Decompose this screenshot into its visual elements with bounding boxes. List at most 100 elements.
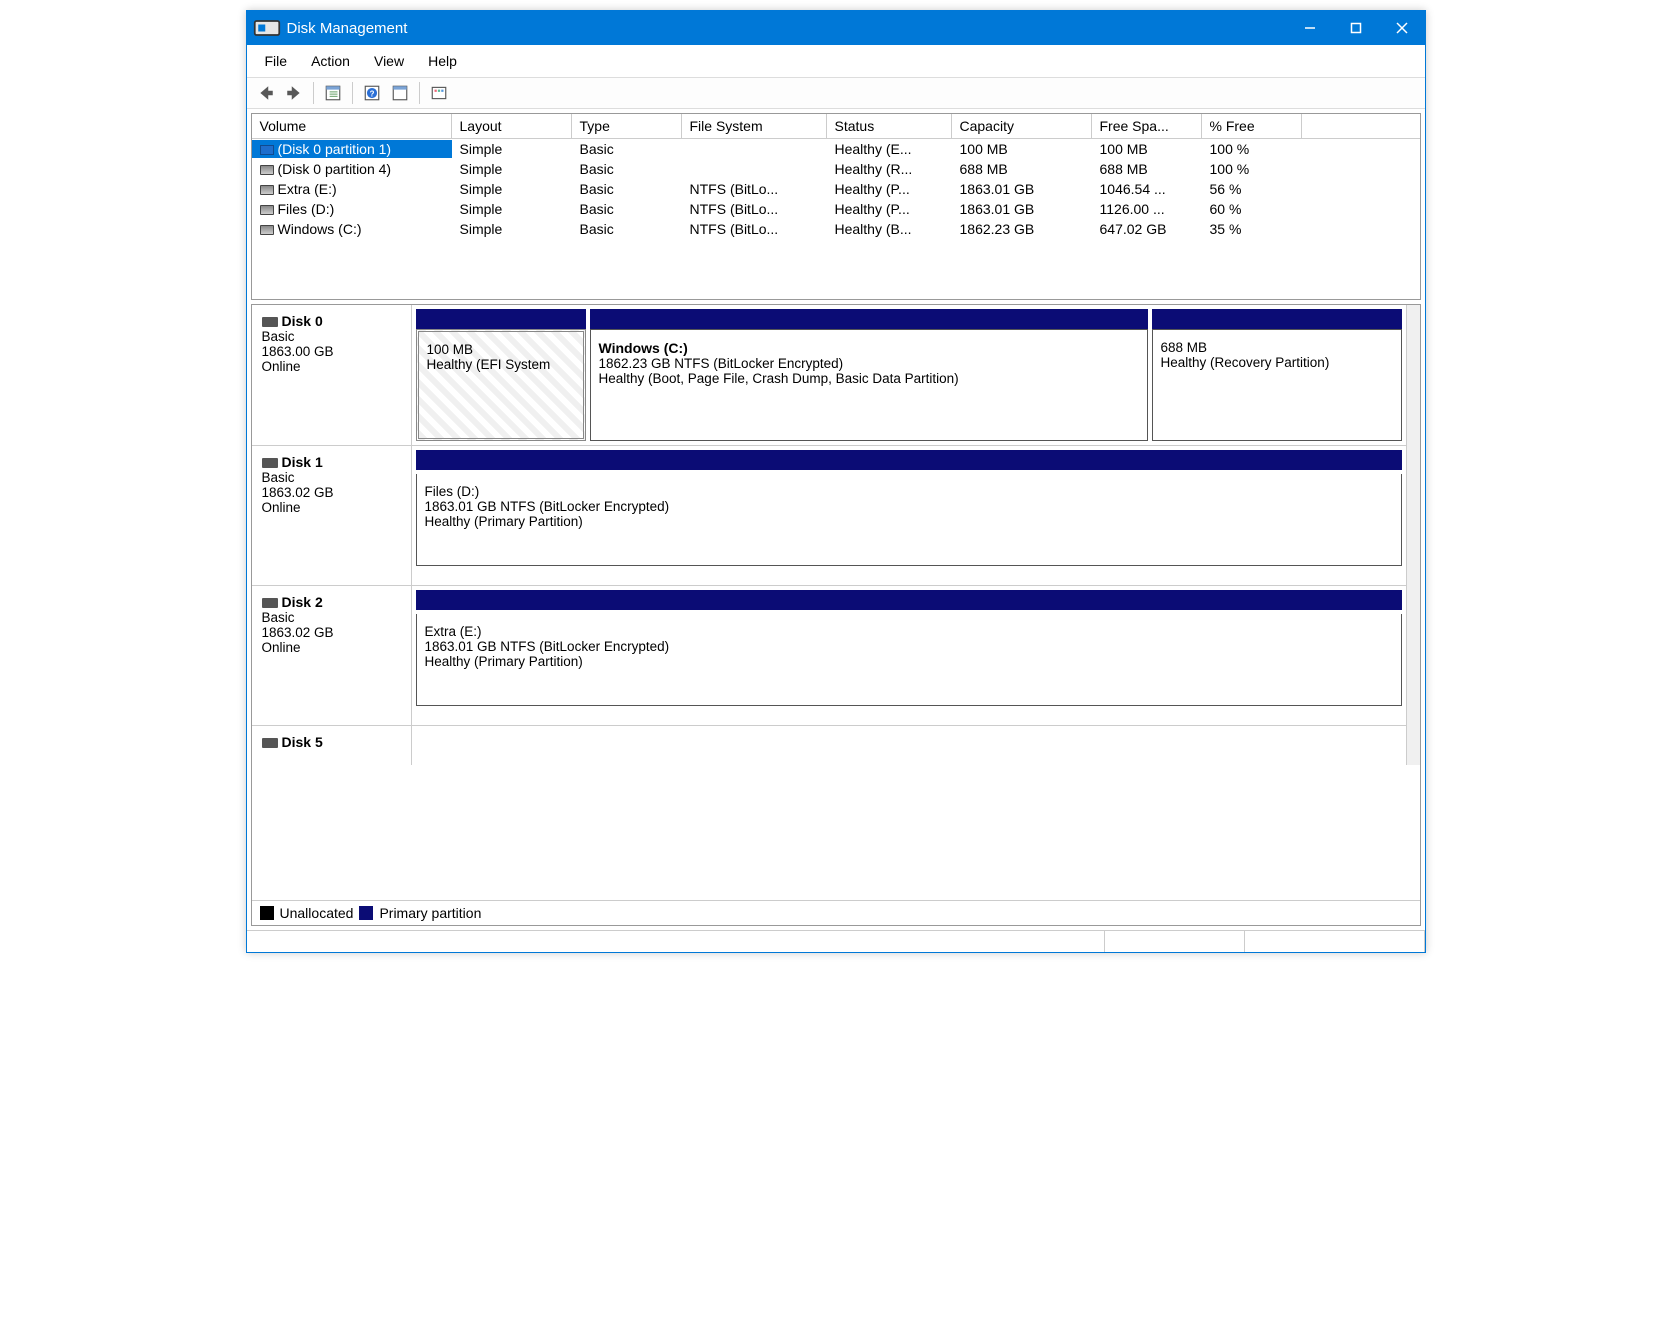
toolbar: ? bbox=[247, 77, 1425, 109]
volume-cell: Simple bbox=[452, 220, 572, 238]
disk-icon bbox=[262, 738, 278, 748]
volume-header-cell[interactable]: Layout bbox=[452, 114, 572, 138]
volume-cell: Extra (E:) bbox=[252, 180, 452, 198]
volume-cell: 35 % bbox=[1202, 220, 1302, 238]
volume-header-cell[interactable]: % Free bbox=[1202, 114, 1302, 138]
disk-info: Disk 2Basic1863.02 GBOnline bbox=[252, 586, 412, 725]
partition-block[interactable]: Files (D:)1863.01 GB NTFS (BitLocker Enc… bbox=[416, 474, 1402, 566]
partitions-area: Extra (E:)1863.01 GB NTFS (BitLocker Enc… bbox=[412, 586, 1406, 725]
volume-header-cell[interactable]: Volume bbox=[252, 114, 452, 138]
volume-cell: 1862.23 GB bbox=[952, 220, 1092, 238]
disk-info: Disk 0Basic1863.00 GBOnline bbox=[252, 305, 412, 445]
volume-cell: 647.02 GB bbox=[1092, 220, 1202, 238]
partitions-area: 100 MBHealthy (EFI SystemWindows (C:)186… bbox=[412, 305, 1406, 445]
disk-management-window: Disk Management File Action View Help ? … bbox=[246, 10, 1426, 953]
volume-cell: Simple bbox=[452, 180, 572, 198]
menu-help[interactable]: Help bbox=[418, 49, 467, 73]
volume-header-cell[interactable]: Status bbox=[827, 114, 952, 138]
partitions-area: Files (D:)1863.01 GB NTFS (BitLocker Enc… bbox=[412, 446, 1406, 585]
drive-icon bbox=[260, 185, 274, 195]
properties-button[interactable] bbox=[320, 80, 346, 106]
disk-row[interactable]: Disk 2Basic1863.02 GBOnlineExtra (E:)186… bbox=[252, 585, 1406, 725]
volume-cell: (Disk 0 partition 4) bbox=[252, 160, 452, 178]
volume-cell: Basic bbox=[572, 200, 682, 218]
disk-icon bbox=[262, 317, 278, 327]
volume-cell bbox=[682, 140, 827, 158]
volume-cell: Simple bbox=[452, 140, 572, 158]
volume-cell: Simple bbox=[452, 200, 572, 218]
volume-cell: (Disk 0 partition 1) bbox=[252, 140, 452, 158]
disk-info: Disk 5 bbox=[252, 726, 412, 765]
menu-file[interactable]: File bbox=[255, 49, 298, 73]
drive-icon bbox=[260, 225, 274, 235]
volume-cell: 1863.01 GB bbox=[952, 180, 1092, 198]
volume-row[interactable]: Windows (C:)SimpleBasicNTFS (BitLo...Hea… bbox=[252, 219, 1420, 239]
volume-cell: 688 MB bbox=[1092, 160, 1202, 178]
volume-cell: 100 % bbox=[1202, 140, 1302, 158]
settings-button[interactable] bbox=[426, 80, 452, 106]
help-button[interactable]: ? bbox=[359, 80, 385, 106]
volume-header-cell[interactable]: File System bbox=[682, 114, 827, 138]
volume-row[interactable]: (Disk 0 partition 4)SimpleBasicHealthy (… bbox=[252, 159, 1420, 179]
volume-cell: Windows (C:) bbox=[252, 220, 452, 238]
legend-swatch-unallocated bbox=[260, 906, 274, 920]
refresh-button[interactable] bbox=[387, 80, 413, 106]
drive-icon bbox=[260, 145, 274, 155]
volume-cell bbox=[682, 160, 827, 178]
volume-cell: Basic bbox=[572, 180, 682, 198]
volume-cell: Healthy (E... bbox=[827, 140, 952, 158]
disk-panel: Disk 0Basic1863.00 GBOnline100 MBHealthy… bbox=[251, 304, 1421, 926]
partition-block[interactable]: Windows (C:)1862.23 GB NTFS (BitLocker E… bbox=[590, 309, 1148, 441]
volume-cell: 1126.00 ... bbox=[1092, 200, 1202, 218]
volume-header-cell[interactable]: Type bbox=[572, 114, 682, 138]
titlebar[interactable]: Disk Management bbox=[247, 11, 1425, 45]
drive-icon bbox=[260, 205, 274, 215]
volume-cell: 1863.01 GB bbox=[952, 200, 1092, 218]
legend-primary-label: Primary partition bbox=[379, 905, 481, 921]
volume-header: VolumeLayoutTypeFile SystemStatusCapacit… bbox=[252, 114, 1420, 139]
partitions-area bbox=[412, 726, 1406, 765]
svg-text:?: ? bbox=[369, 89, 374, 98]
volume-cell: NTFS (BitLo... bbox=[682, 200, 827, 218]
volume-cell: NTFS (BitLo... bbox=[682, 220, 827, 238]
volume-list-panel: VolumeLayoutTypeFile SystemStatusCapacit… bbox=[251, 113, 1421, 300]
minimize-button[interactable] bbox=[1287, 11, 1333, 45]
volume-row[interactable]: (Disk 0 partition 1)SimpleBasic Healthy (… bbox=[252, 139, 1420, 159]
legend-unallocated-label: Unallocated bbox=[280, 905, 354, 921]
volume-row[interactable]: Extra (E:)SimpleBasicNTFS (BitLo...Healt… bbox=[252, 179, 1420, 199]
disk-info: Disk 1Basic1863.02 GBOnline bbox=[252, 446, 412, 585]
disk-row[interactable]: Disk 5 bbox=[252, 725, 1406, 765]
partition-bar bbox=[416, 450, 1402, 470]
volume-cell: 688 MB bbox=[952, 160, 1092, 178]
volume-cell: 100 % bbox=[1202, 160, 1302, 178]
volume-cell: Healthy (B... bbox=[827, 220, 952, 238]
volume-cell: 60 % bbox=[1202, 200, 1302, 218]
app-icon bbox=[253, 14, 281, 42]
drive-icon bbox=[260, 165, 274, 175]
partition-block[interactable]: 688 MBHealthy (Recovery Partition) bbox=[1152, 309, 1402, 441]
volume-cell: Basic bbox=[572, 140, 682, 158]
statusbar bbox=[247, 930, 1425, 952]
close-button[interactable] bbox=[1379, 11, 1425, 45]
menu-action[interactable]: Action bbox=[301, 49, 360, 73]
partition-block[interactable]: Extra (E:)1863.01 GB NTFS (BitLocker Enc… bbox=[416, 614, 1402, 706]
volume-cell: Basic bbox=[572, 160, 682, 178]
volume-cell: Files (D:) bbox=[252, 200, 452, 218]
partition-block[interactable]: 100 MBHealthy (EFI System bbox=[416, 309, 586, 441]
disk-row[interactable]: Disk 0Basic1863.00 GBOnline100 MBHealthy… bbox=[252, 305, 1406, 445]
volume-header-cell[interactable]: Free Spa... bbox=[1092, 114, 1202, 138]
volume-cell: Basic bbox=[572, 220, 682, 238]
disk-row[interactable]: Disk 1Basic1863.02 GBOnlineFiles (D:)186… bbox=[252, 445, 1406, 585]
back-button[interactable] bbox=[253, 80, 279, 106]
volume-row[interactable]: Files (D:)SimpleBasicNTFS (BitLo...Healt… bbox=[252, 199, 1420, 219]
maximize-button[interactable] bbox=[1333, 11, 1379, 45]
forward-button[interactable] bbox=[281, 80, 307, 106]
toolbar-separator bbox=[313, 82, 314, 104]
volume-cell: NTFS (BitLo... bbox=[682, 180, 827, 198]
volume-header-cell[interactable]: Capacity bbox=[952, 114, 1092, 138]
volume-cell: Healthy (P... bbox=[827, 180, 952, 198]
volume-cell: 100 MB bbox=[952, 140, 1092, 158]
scrollbar[interactable] bbox=[1406, 305, 1420, 765]
volume-cell: Healthy (R... bbox=[827, 160, 952, 178]
menu-view[interactable]: View bbox=[364, 49, 414, 73]
